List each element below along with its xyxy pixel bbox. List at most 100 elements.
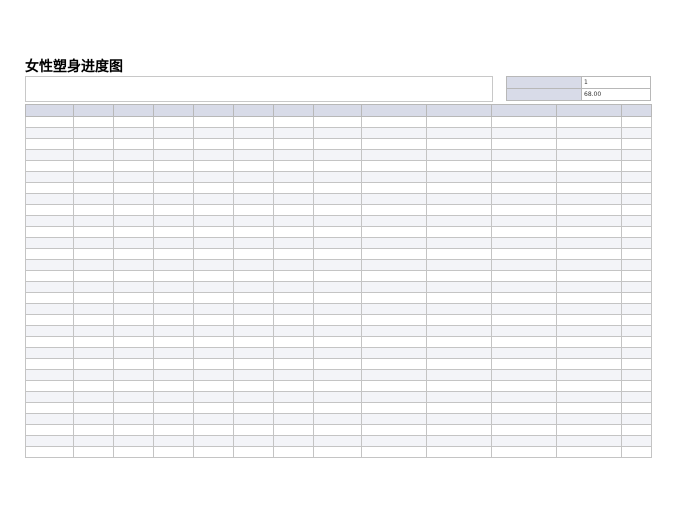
table-cell[interactable]: [621, 259, 652, 271]
table-cell[interactable]: [426, 281, 492, 293]
table-cell[interactable]: [233, 413, 274, 425]
table-cell[interactable]: [193, 171, 234, 183]
table-cell[interactable]: [153, 292, 194, 304]
table-cell[interactable]: [153, 303, 194, 315]
table-cell[interactable]: [491, 248, 557, 260]
table-cell[interactable]: [361, 281, 427, 293]
table-cell[interactable]: [313, 259, 362, 271]
table-cell[interactable]: [113, 336, 154, 348]
table-cell[interactable]: [621, 193, 652, 205]
table-cell[interactable]: [426, 215, 492, 227]
table-cell[interactable]: [113, 149, 154, 161]
table-cell[interactable]: [25, 402, 74, 414]
table-cell[interactable]: [491, 336, 557, 348]
table-cell[interactable]: [25, 270, 74, 282]
table-cell[interactable]: [426, 446, 492, 458]
table-cell[interactable]: [153, 435, 194, 447]
table-cell[interactable]: [113, 127, 154, 139]
table-cell[interactable]: [153, 160, 194, 172]
table-cell[interactable]: [426, 270, 492, 282]
table-cell[interactable]: [193, 358, 234, 370]
table-cell[interactable]: [556, 325, 622, 337]
table-cell[interactable]: [25, 380, 74, 392]
table-cell[interactable]: [25, 292, 74, 304]
table-cell[interactable]: [73, 215, 114, 227]
table-cell[interactable]: [153, 424, 194, 436]
table-cell[interactable]: [273, 347, 314, 359]
table-cell[interactable]: [621, 325, 652, 337]
table-cell[interactable]: [233, 314, 274, 326]
table-cell[interactable]: [73, 193, 114, 205]
table-cell[interactable]: [313, 270, 362, 282]
table-cell[interactable]: [426, 116, 492, 128]
table-cell[interactable]: [113, 160, 154, 172]
table-cell[interactable]: [25, 215, 74, 227]
table-cell[interactable]: [491, 413, 557, 425]
table-cell[interactable]: [313, 237, 362, 249]
table-cell[interactable]: [426, 149, 492, 161]
table-cell[interactable]: [233, 138, 274, 150]
table-cell[interactable]: [621, 182, 652, 194]
table-cell[interactable]: [426, 259, 492, 271]
table-cell[interactable]: [313, 281, 362, 293]
table-cell[interactable]: [361, 116, 427, 128]
table-cell[interactable]: [621, 380, 652, 392]
table-cell[interactable]: [426, 325, 492, 337]
table-cell[interactable]: [313, 413, 362, 425]
table-cell[interactable]: [426, 380, 492, 392]
table-cell[interactable]: [361, 182, 427, 194]
table-cell[interactable]: [273, 292, 314, 304]
table-cell[interactable]: [361, 424, 427, 436]
table-cell[interactable]: [426, 369, 492, 381]
table-cell[interactable]: [233, 270, 274, 282]
table-cell[interactable]: [556, 369, 622, 381]
table-cell[interactable]: [233, 215, 274, 227]
table-cell[interactable]: [233, 281, 274, 293]
table-cell[interactable]: [273, 248, 314, 260]
table-cell[interactable]: [73, 116, 114, 128]
table-cell[interactable]: [73, 303, 114, 315]
table-cell[interactable]: [273, 226, 314, 238]
table-cell[interactable]: [233, 325, 274, 337]
table-cell[interactable]: [361, 226, 427, 238]
table-cell[interactable]: [273, 391, 314, 403]
table-cell[interactable]: [491, 116, 557, 128]
table-cell[interactable]: [491, 182, 557, 194]
table-cell[interactable]: [273, 369, 314, 381]
table-cell[interactable]: [25, 303, 74, 315]
table-cell[interactable]: [556, 182, 622, 194]
table-cell[interactable]: [426, 160, 492, 172]
table-cell[interactable]: [426, 303, 492, 315]
table-cell[interactable]: [556, 391, 622, 403]
table-cell[interactable]: [73, 402, 114, 414]
table-cell[interactable]: [313, 347, 362, 359]
table-cell[interactable]: [193, 193, 234, 205]
table-cell[interactable]: [25, 138, 74, 150]
table-cell[interactable]: [73, 325, 114, 337]
table-cell[interactable]: [313, 204, 362, 216]
table-cell[interactable]: [25, 446, 74, 458]
table-cell[interactable]: [621, 358, 652, 370]
table-cell[interactable]: [556, 215, 622, 227]
table-cell[interactable]: [25, 336, 74, 348]
table-cell[interactable]: [233, 160, 274, 172]
table-cell[interactable]: [273, 270, 314, 282]
table-cell[interactable]: [73, 259, 114, 271]
table-cell[interactable]: [153, 281, 194, 293]
table-cell[interactable]: [361, 171, 427, 183]
table-cell[interactable]: [491, 303, 557, 315]
table-cell[interactable]: [113, 424, 154, 436]
table-cell[interactable]: [73, 336, 114, 348]
table-cell[interactable]: [361, 138, 427, 150]
table-cell[interactable]: [621, 303, 652, 315]
table-cell[interactable]: [621, 336, 652, 348]
table-cell[interactable]: [153, 270, 194, 282]
table-cell[interactable]: [426, 358, 492, 370]
table-cell[interactable]: [361, 292, 427, 304]
table-cell[interactable]: [361, 369, 427, 381]
table-cell[interactable]: [426, 237, 492, 249]
table-cell[interactable]: [621, 369, 652, 381]
table-cell[interactable]: [426, 314, 492, 326]
table-cell[interactable]: [73, 270, 114, 282]
table-cell[interactable]: [313, 215, 362, 227]
